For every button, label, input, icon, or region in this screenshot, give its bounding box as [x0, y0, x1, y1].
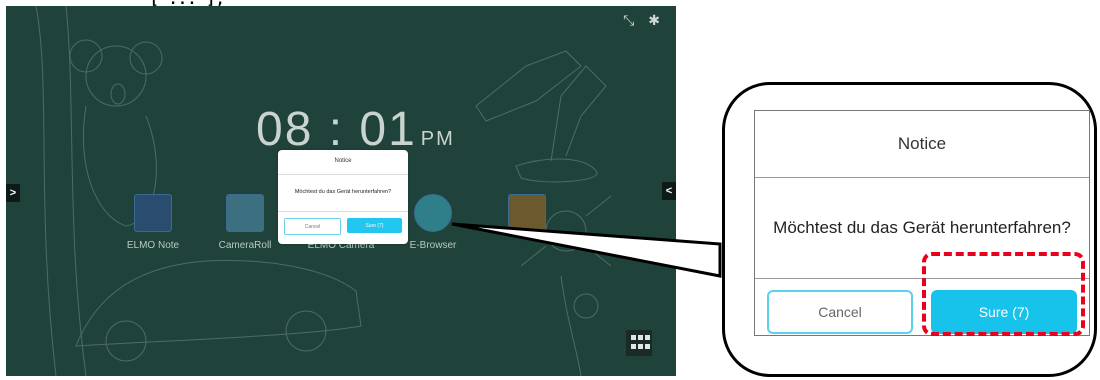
sure-button-highlight [922, 252, 1085, 336]
cancel-button[interactable]: Cancel [767, 290, 913, 334]
dialog-title: Notice [755, 111, 1089, 178]
